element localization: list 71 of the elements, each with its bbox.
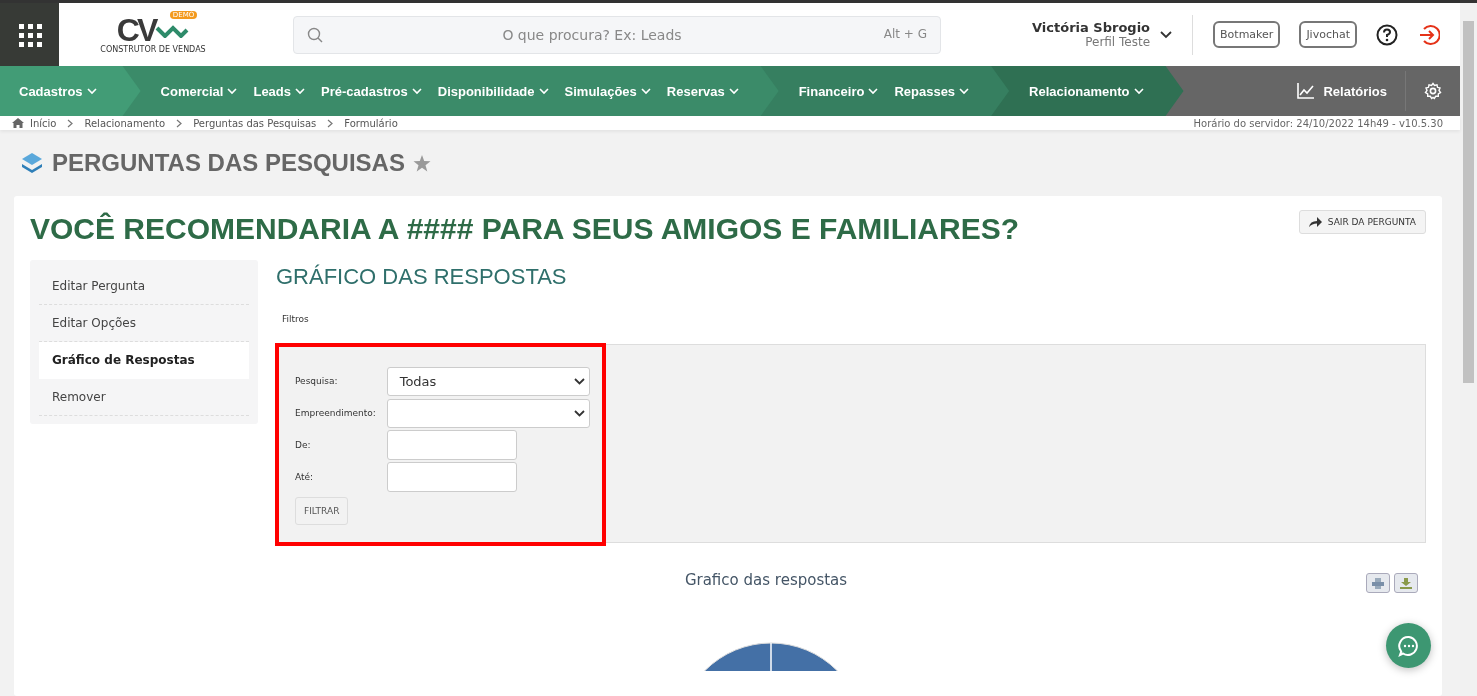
logout-icon[interactable] <box>1418 23 1440 46</box>
caret-icon <box>295 87 306 95</box>
caret-icon <box>1133 87 1144 95</box>
search-icon <box>307 26 323 43</box>
chevron-right-icon <box>176 118 183 128</box>
line-chart-icon <box>1297 83 1316 99</box>
chat-integration-button[interactable]: Jivochat <box>1299 21 1357 48</box>
help-icon[interactable] <box>1376 23 1398 46</box>
stack-icon <box>20 152 44 174</box>
breadcrumb-link[interactable]: Relacionamento <box>84 117 166 129</box>
chat-integration-button[interactable]: Botmaker <box>1213 21 1281 48</box>
menu-item[interactable]: Repasses <box>894 83 970 99</box>
field-label: De: <box>295 440 312 450</box>
field-label: Empreendimento: <box>295 408 377 418</box>
field-label: Pesquisa: <box>295 376 339 386</box>
chart-title: Grafico das respostas <box>684 571 848 589</box>
chevron-right-icon <box>327 118 334 128</box>
side-menu-item[interactable]: Remover <box>39 379 249 416</box>
caret-icon <box>868 87 879 95</box>
caret-icon <box>640 87 651 95</box>
reports-link[interactable]: Relatórios <box>1297 83 1387 99</box>
section-title: GRÁFICO DAS RESPOSTAS <box>276 264 568 290</box>
date-field[interactable] <box>387 462 517 492</box>
apps-menu-button[interactable] <box>0 3 59 66</box>
date-field[interactable] <box>387 430 517 460</box>
chevron-down-icon[interactable] <box>1160 30 1173 39</box>
menu-item[interactable]: Comercial <box>160 83 238 99</box>
user-name[interactable]: Victória Sbrogio <box>1032 20 1151 35</box>
menu-item[interactable]: Reservas <box>666 83 739 99</box>
print-button[interactable] <box>1366 573 1390 593</box>
download-icon <box>1400 577 1412 589</box>
filter-button[interactable]: FILTRAR <box>295 497 349 525</box>
caret-icon <box>411 87 422 95</box>
server-time: Horário do servidor: 24/10/2022 14h49 - v10.5.30 <box>1193 117 1443 129</box>
menu-item[interactable]: Relacionamento <box>1029 83 1144 99</box>
caret-icon <box>574 409 585 417</box>
logo-tagline: CONSTRUTOR DE VENDAS <box>100 45 206 54</box>
caret-icon <box>538 87 549 95</box>
side-menu-item[interactable]: Gráfico de Respostas <box>39 342 249 379</box>
select-field[interactable]: Todas <box>386 366 590 396</box>
side-menu-item[interactable]: Editar Pergunta <box>39 268 249 305</box>
chevron-right-icon <box>67 118 74 128</box>
home-icon <box>12 118 24 128</box>
page-title: PERGUNTAS DAS PESQUISAS <box>52 149 405 177</box>
select-field[interactable] <box>386 398 590 428</box>
chat-bubble-icon <box>1397 634 1420 657</box>
breadcrumb-link[interactable]: Perguntas das Pesquisas <box>193 117 317 129</box>
breadcrumb-link[interactable]: Início <box>30 117 57 129</box>
exit-question-button[interactable]: SAIR DA PERGUNTA <box>1298 210 1426 234</box>
share-arrow-icon <box>1308 217 1322 227</box>
breadcrumb-link[interactable]: Formulário <box>344 117 398 129</box>
user-profile: Perfil Teste <box>1085 35 1151 49</box>
caret-icon <box>959 87 970 95</box>
settings-icon[interactable] <box>1424 82 1442 100</box>
download-button[interactable] <box>1394 573 1418 593</box>
shortcut-hint: Alt + G <box>883 26 927 41</box>
logo-letters: CV <box>116 15 156 45</box>
caret-icon <box>227 87 238 95</box>
filters-label: Filtros <box>282 314 310 324</box>
star-icon[interactable] <box>412 154 431 172</box>
menu-item[interactable]: Pré-cadastros <box>321 83 422 99</box>
menu-item[interactable]: Financeiro <box>798 83 879 99</box>
question-title: VOCÊ RECOMENDARIA A #### PARA SEUS AMIGOS E FAMILIARES? <box>30 212 1020 246</box>
field-label: Até: <box>295 472 315 482</box>
grid-icon <box>17 22 42 47</box>
caret-icon <box>86 87 97 95</box>
caret-icon <box>728 87 739 95</box>
menu-item[interactable]: Leads <box>253 83 306 99</box>
menu-item[interactable]: Disponibilidade <box>437 83 549 99</box>
menu-item[interactable]: Simulações <box>564 83 651 99</box>
caret-icon <box>574 377 585 385</box>
